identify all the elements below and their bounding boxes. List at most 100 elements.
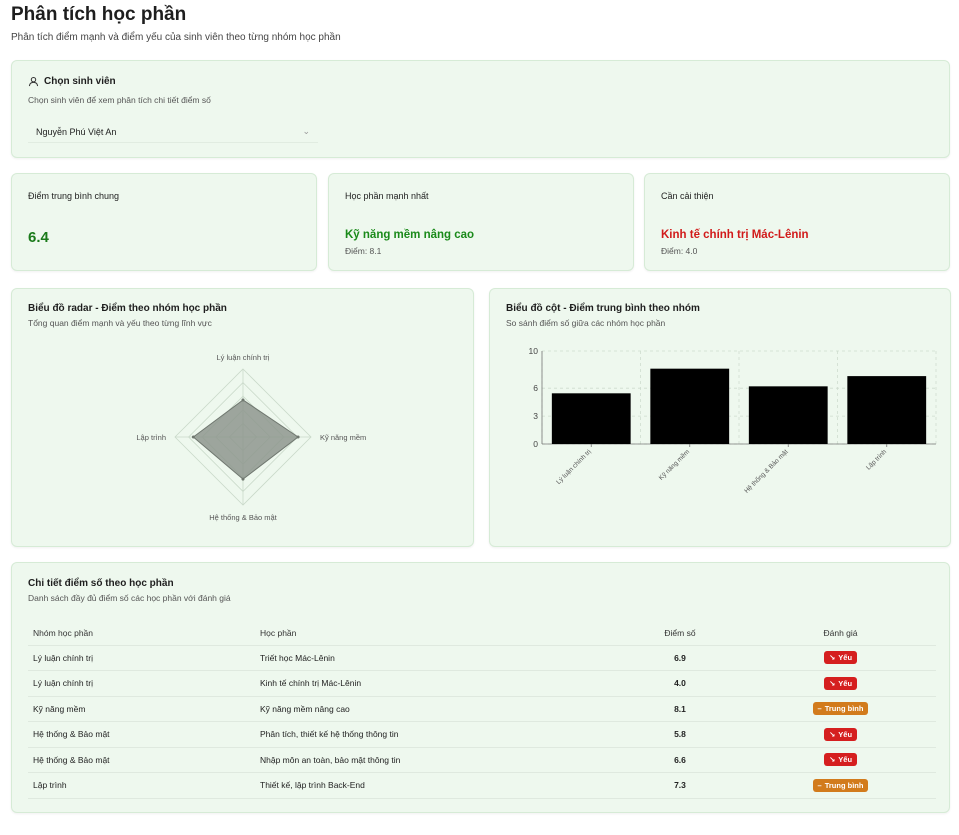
evaluation-cell: ↘ Yếu	[745, 670, 936, 697]
course-name-cell: Triết học Mác-Lênin	[255, 645, 615, 671]
course-group-cell: Kỹ năng mềm	[28, 696, 255, 722]
evaluation-badge: – Trung bình	[812, 702, 869, 716]
evaluation-label: Trung bình	[824, 780, 864, 790]
table-header-row: Nhóm học phần Học phần Điểm số Đánh giá	[28, 621, 936, 646]
improve-course-score: Điểm: 4.0	[661, 246, 698, 256]
radar-axis-label: Lý luận chính trị	[217, 353, 270, 362]
table-row: Kỹ năng mềm Kỹ năng mềm nâng cao 8.1 – Trung…	[28, 696, 936, 722]
evaluation-label: Trung bình	[824, 704, 864, 714]
student-select-title: Chọn sinh viên	[44, 76, 116, 87]
student-select-dropdown[interactable]: Nguyễn Phú Việt An ⌄	[28, 121, 318, 143]
evaluation-cell: ↘ Yếu	[745, 645, 936, 671]
evaluation-label: Yếu	[838, 729, 853, 739]
score-cell: 5.8	[615, 721, 745, 748]
evaluation-label: Yếu	[838, 653, 853, 663]
trend-down-icon: ↘	[828, 653, 836, 663]
page-title: Phân tích học phần	[11, 4, 187, 25]
bar	[748, 386, 828, 444]
course-name-cell: Phân tích, thiết kế hệ thống thông tin	[255, 721, 615, 748]
bar	[847, 376, 927, 444]
page-subtitle: Phân tích điểm mạnh và điểm yếu của sinh…	[11, 32, 341, 43]
evaluation-label: Yếu	[838, 755, 853, 765]
student-select-card: Chọn sinh viên Chọn sinh viên để xem phâ…	[11, 60, 950, 158]
table-row: Lý luận chính trị Kinh tế chính trị Mác-L…	[28, 670, 936, 697]
x-tick-label: Kỹ năng mềm	[656, 447, 691, 482]
course-group-cell: Lý luận chính trị	[28, 645, 255, 671]
score-table: Nhóm học phần Học phần Điểm số Đánh giá …	[28, 621, 936, 799]
evaluation-label: Yếu	[838, 678, 853, 688]
column-header-course: Học phần	[255, 621, 615, 646]
y-tick-label: 3	[533, 411, 538, 421]
evaluation-badge: – Trung bình	[812, 778, 869, 792]
radar-axis-label: Kỹ năng mềm	[320, 433, 366, 442]
evaluation-badge: ↘ Yếu	[823, 727, 858, 741]
radar-point	[296, 435, 300, 439]
evaluation-badge: ↘ Yếu	[823, 676, 858, 690]
improve-course-card: Cần cải thiện Kinh tế chính trị Mác-Lêni…	[644, 173, 950, 271]
radar-point	[241, 398, 245, 402]
x-tick-label: Hệ thống & Bảo mật	[742, 447, 790, 495]
score-detail-card: Chi tiết điểm số theo học phần Danh sách…	[11, 562, 950, 813]
column-header-score: Điểm số	[615, 621, 745, 646]
table-row: Lý luận chính trị Triết học Mác-Lênin 6.9 ↘…	[28, 645, 936, 671]
evaluation-badge: ↘ Yếu	[823, 651, 858, 665]
course-name-cell: Kinh tế chính trị Mác-Lênin	[255, 670, 615, 697]
score-detail-title: Chi tiết điểm số theo học phần	[28, 578, 174, 589]
bar-chart-card: Biểu đồ cột - Điểm trung bình theo nhóm …	[489, 288, 951, 547]
bar	[551, 393, 631, 444]
radar-axis-label: Lập trình	[136, 433, 166, 442]
improve-course-name: Kinh tế chính trị Mác-Lênin	[661, 229, 809, 241]
y-tick-label: 0	[533, 439, 538, 449]
radar-point	[241, 477, 245, 481]
user-icon	[28, 76, 39, 87]
evaluation-badge: ↘ Yếu	[823, 753, 858, 767]
average-score-value: 6.4	[28, 229, 49, 246]
column-header-evaluation: Đánh giá	[745, 621, 936, 646]
table-row: Hệ thống & Bảo mật Nhập môn an toàn, bảo …	[28, 747, 936, 773]
evaluation-cell: ↘ Yếu	[745, 747, 936, 773]
column-header-group: Nhóm học phần	[28, 621, 255, 646]
strongest-course-label: Học phần mạnh nhất	[345, 191, 429, 201]
score-cell: 8.1	[615, 696, 745, 722]
score-cell: 7.3	[615, 772, 745, 799]
table-row: Hệ thống & Bảo mật Phân tích, thiết kế hệ…	[28, 721, 936, 748]
radar-point	[191, 435, 195, 439]
average-score-card: Điểm trung bình chung 6.4	[11, 173, 317, 271]
strongest-course-score: Điểm: 8.1	[345, 246, 382, 256]
trend-down-icon: ↘	[828, 755, 836, 765]
student-select-header: Chọn sinh viên	[28, 76, 116, 87]
bar-chart: 0 3 6 10 Lý luận chính trị Kỹ năng mềm Hệ thốn…	[529, 346, 937, 495]
course-group-cell: Lý luận chính trị	[28, 670, 255, 697]
score-cell: 6.9	[615, 645, 745, 671]
evaluation-cell: – Trung bình	[745, 696, 936, 722]
course-group-cell: Hệ thống & Bảo mật	[28, 721, 255, 748]
score-cell: 4.0	[615, 670, 745, 697]
course-group-cell: Lập trình	[28, 772, 255, 799]
x-tick-label: Lập trình	[865, 448, 888, 471]
x-tick-label: Lý luận chính trị	[555, 448, 592, 485]
improve-course-label: Cần cải thiện	[661, 191, 714, 201]
strongest-course-name: Kỹ năng mềm nâng cao	[345, 229, 475, 241]
course-name-cell: Thiết kế, lập trình Back-End	[255, 772, 615, 799]
minus-icon: –	[817, 704, 822, 714]
course-group-cell: Hệ thống & Bảo mật	[28, 747, 255, 773]
radar-axis-label: Hệ thống & Bảo mật	[209, 513, 277, 522]
bar	[650, 368, 730, 444]
trend-down-icon: ↘	[828, 678, 836, 688]
evaluation-cell: – Trung bình	[745, 772, 936, 799]
strongest-course-card: Học phần mạnh nhất Kỹ năng mềm nâng cao …	[328, 173, 634, 271]
minus-icon: –	[817, 780, 822, 790]
average-score-label: Điểm trung bình chung	[28, 191, 120, 201]
table-row: Lập trình Thiết kế, lập trình Back-End 7.3…	[28, 772, 936, 799]
course-name-cell: Kỹ năng mềm nâng cao	[255, 696, 615, 722]
chevron-down-icon: ⌄	[302, 126, 310, 136]
evaluation-cell: ↘ Yếu	[745, 721, 936, 748]
radar-chart-card: Biểu đồ radar - Điểm theo nhóm học phần …	[11, 288, 474, 547]
student-select-value: Nguyễn Phú Việt An	[36, 126, 117, 137]
course-name-cell: Nhập môn an toàn, bảo mật thông tin	[255, 747, 615, 773]
y-tick-label: 10	[529, 346, 539, 356]
trend-down-icon: ↘	[828, 729, 836, 739]
score-cell: 6.6	[615, 747, 745, 773]
y-tick-label: 6	[533, 383, 538, 393]
radar-chart: Lý luận chính trị Kỹ năng mềm Hệ thống & B…	[136, 353, 366, 522]
